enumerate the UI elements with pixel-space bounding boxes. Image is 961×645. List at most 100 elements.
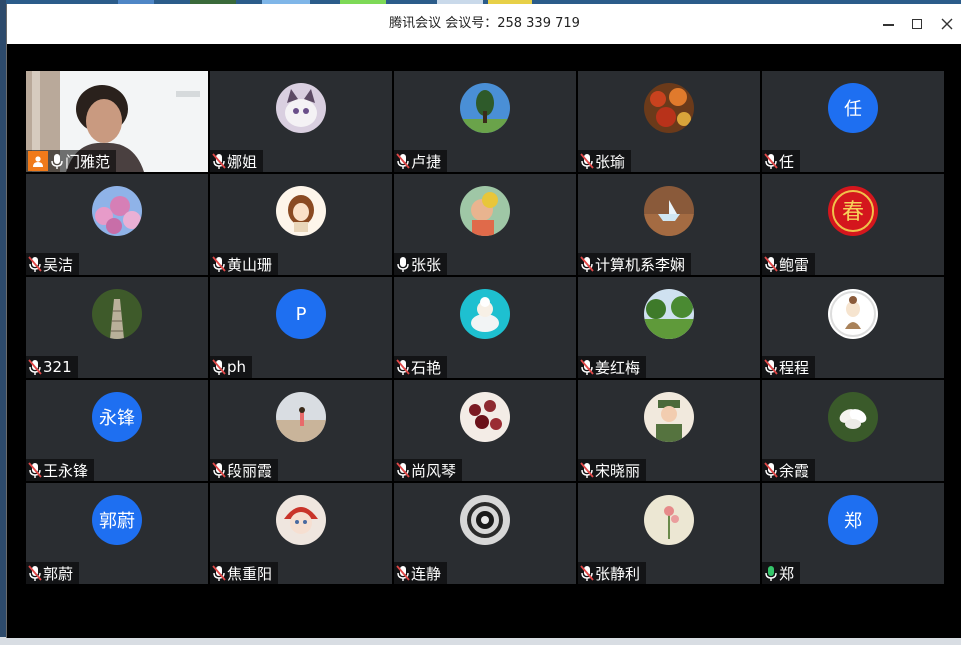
participant-name: 宋晓丽 <box>595 461 641 480</box>
initials-avatar: 郑 <box>828 495 878 545</box>
mic-muted-icon <box>580 461 594 479</box>
maximize-button[interactable] <box>905 12 929 36</box>
mic-muted-icon <box>764 358 778 376</box>
avatar <box>276 495 326 545</box>
participant-tile[interactable]: 春鲍雷 <box>762 174 944 275</box>
mic-muted-icon <box>396 461 410 479</box>
participant-name: 卢捷 <box>411 152 442 171</box>
mic-muted-icon <box>396 564 410 582</box>
participant-tile[interactable]: 张静利 <box>578 483 760 584</box>
participant-name: 321 <box>43 358 72 376</box>
participant-tile[interactable]: 石艳 <box>394 277 576 378</box>
participant-name: 郑 <box>779 564 795 583</box>
avatar <box>276 392 326 442</box>
minimize-button[interactable] <box>876 12 900 36</box>
name-tag: 卢捷 <box>394 150 448 172</box>
mic-icon <box>764 564 778 582</box>
name-tag: 段丽霞 <box>210 459 279 481</box>
participant-tile[interactable]: 永锋 王永锋 <box>26 380 208 481</box>
participant-tile[interactable]: 尚风琴 <box>394 380 576 481</box>
avatar <box>276 83 326 133</box>
participant-tile[interactable]: 宋晓丽 <box>578 380 760 481</box>
participant-name: 张张 <box>411 255 442 274</box>
name-tag: 焦重阳 <box>210 562 279 584</box>
avatar-initials: 任 <box>844 99 862 120</box>
close-icon <box>941 18 953 30</box>
participant-name: 余霞 <box>779 461 810 480</box>
name-tag: 计算机系李娴 <box>578 253 692 275</box>
initials-avatar: P <box>276 289 326 339</box>
avatar <box>828 392 878 442</box>
name-tag: 张瑜 <box>578 150 632 172</box>
mic-muted-icon <box>396 152 410 170</box>
participant-tile[interactable]: 连静 <box>394 483 576 584</box>
mic-muted-icon <box>580 564 594 582</box>
name-tag: 张静利 <box>578 562 647 584</box>
participant-name: 鲍雷 <box>779 255 810 274</box>
participant-tile[interactable]: 卢捷 <box>394 71 576 172</box>
mic-muted-icon <box>764 152 778 170</box>
avatar <box>460 392 510 442</box>
mic-muted-icon <box>212 564 226 582</box>
mic-muted-icon <box>580 358 594 376</box>
window-title: 腾讯会议 会议号：258 339 719 <box>389 16 580 31</box>
name-tag: 程程 <box>762 356 816 378</box>
participant-tile[interactable]: 吴洁 <box>26 174 208 275</box>
name-tag: 王永锋 <box>26 459 95 481</box>
mic-muted-icon <box>28 358 42 376</box>
close-button[interactable] <box>935 12 959 36</box>
avatar <box>644 289 694 339</box>
participant-tile[interactable]: 余霞 <box>762 380 944 481</box>
name-tag: 门雅范 <box>26 150 117 172</box>
avatar <box>644 186 694 236</box>
participant-tile[interactable]: 姜红梅 <box>578 277 760 378</box>
title-bar[interactable]: 腾讯会议 会议号：258 339 719 <box>7 4 961 44</box>
participant-tile[interactable]: 段丽霞 <box>210 380 392 481</box>
avatar <box>644 392 694 442</box>
participant-tile[interactable]: 任任 <box>762 71 944 172</box>
name-tag: 黄山珊 <box>210 253 279 275</box>
name-tag: 宋晓丽 <box>578 459 647 481</box>
participant-name: 娜姐 <box>227 152 258 171</box>
participant-name: 焦重阳 <box>227 564 273 583</box>
name-tag: 任 <box>762 150 801 172</box>
user-icon <box>28 151 48 171</box>
participant-tile[interactable]: 郑郑 <box>762 483 944 584</box>
mic-muted-icon <box>28 564 42 582</box>
participant-name: 郭蔚 <box>43 564 74 583</box>
mic-muted-icon <box>212 358 226 376</box>
name-tag: 321 <box>26 356 78 378</box>
initials-avatar: 郭蔚 <box>92 495 142 545</box>
participant-name: 门雅范 <box>65 152 111 171</box>
participant-tile[interactable]: 门雅范 <box>26 71 208 172</box>
avatar <box>644 495 694 545</box>
name-tag: 郑 <box>762 562 801 584</box>
participant-tile[interactable]: 黄山珊 <box>210 174 392 275</box>
participant-name: 张瑜 <box>595 152 626 171</box>
participant-tile[interactable]: Pph <box>210 277 392 378</box>
avatar: 春 <box>828 186 878 236</box>
participant-tile[interactable]: 计算机系李娴 <box>578 174 760 275</box>
participant-tile[interactable]: 郭蔚 郭蔚 <box>26 483 208 584</box>
name-tag: 娜姐 <box>210 150 264 172</box>
avatar-initials: 郭蔚 <box>99 511 135 532</box>
avatar <box>460 83 510 133</box>
participant-tile[interactable]: 程程 <box>762 277 944 378</box>
avatar <box>460 186 510 236</box>
minimize-icon <box>882 24 894 26</box>
participant-name: 程程 <box>779 358 810 377</box>
name-tag: 连静 <box>394 562 448 584</box>
participant-name: 张静利 <box>595 564 641 583</box>
avatar <box>92 186 142 236</box>
mic-icon <box>50 152 64 170</box>
participant-tile[interactable]: 娜姐 <box>210 71 392 172</box>
avatar <box>828 289 878 339</box>
participant-tile[interactable]: 张瑜 <box>578 71 760 172</box>
name-tag: 张张 <box>394 253 448 275</box>
name-tag: 余霞 <box>762 459 816 481</box>
participant-tile[interactable]: 321 <box>26 277 208 378</box>
participant-tile[interactable]: 焦重阳 <box>210 483 392 584</box>
initials-avatar: 任 <box>828 83 878 133</box>
participant-tile[interactable]: 张张 <box>394 174 576 275</box>
avatar <box>276 186 326 236</box>
